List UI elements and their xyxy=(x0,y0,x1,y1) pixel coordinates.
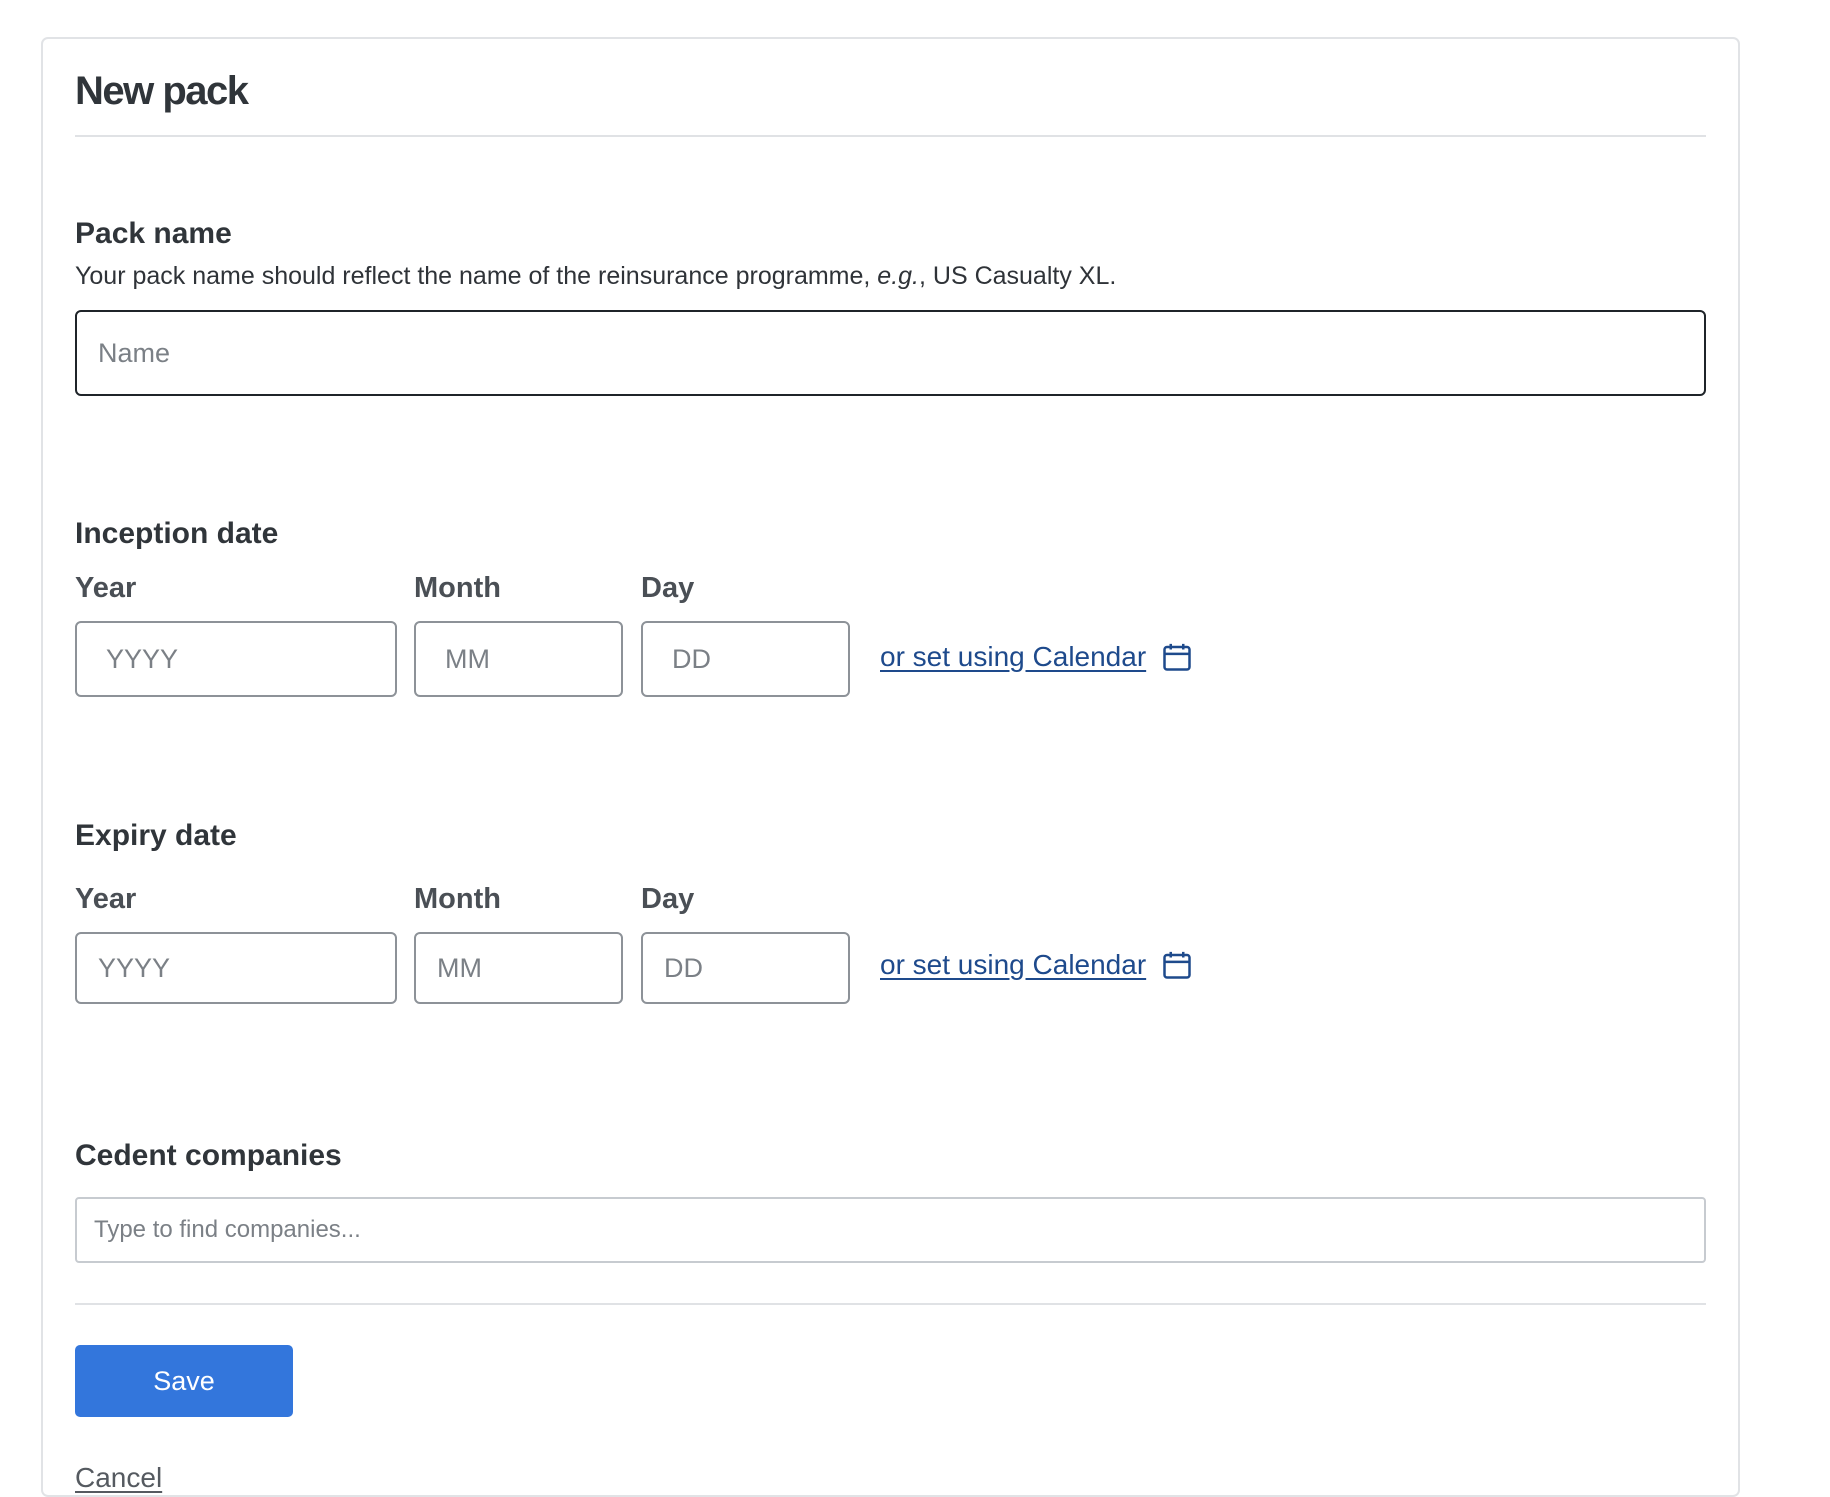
expiry-day-input[interactable] xyxy=(641,932,850,1004)
pack-name-hint-suffix: , US Casualty XL. xyxy=(919,262,1117,290)
inception-calendar-link-text: or set using Calendar xyxy=(880,641,1147,672)
inception-month-label: Month xyxy=(414,572,501,604)
new-pack-panel: New pack Pack name Your pack name should… xyxy=(41,37,1740,1497)
form-body: New pack Pack name Your pack name should… xyxy=(75,39,1706,1495)
inception-calendar-link[interactable]: or set using Calendar xyxy=(880,641,1192,673)
expiry-month-label: Month xyxy=(414,883,501,915)
expiry-month-input[interactable] xyxy=(414,932,623,1004)
calendar-icon xyxy=(1163,643,1191,671)
pack-name-input[interactable] xyxy=(75,310,1706,396)
pack-name-hint-prefix: Your pack name should reflect the name o… xyxy=(75,262,878,290)
inception-date-label: Inception date xyxy=(75,517,279,550)
inception-day-label: Day xyxy=(641,572,695,604)
expiry-year-input[interactable] xyxy=(75,932,397,1004)
inception-day-input[interactable] xyxy=(641,621,850,697)
cedent-companies-label: Cedent companies xyxy=(75,1139,342,1172)
pack-name-hint-example: e.g. xyxy=(877,262,919,290)
page-title: New pack xyxy=(75,69,249,113)
expiry-year-label: Year xyxy=(75,883,137,915)
pack-name-label: Pack name xyxy=(75,217,232,250)
cancel-link[interactable]: Cancel xyxy=(75,1462,162,1494)
calendar-icon xyxy=(1163,951,1191,979)
pack-name-hint: Your pack name should reflect the name o… xyxy=(75,262,1116,291)
inception-year-input[interactable] xyxy=(75,621,397,697)
inception-month-input[interactable] xyxy=(414,621,623,697)
expiry-calendar-link[interactable]: or set using Calendar xyxy=(880,949,1192,981)
footer-divider xyxy=(75,1303,1706,1305)
expiry-calendar-link-text: or set using Calendar xyxy=(880,949,1147,980)
save-button[interactable]: Save xyxy=(75,1345,293,1417)
inception-year-label: Year xyxy=(75,572,137,604)
title-divider xyxy=(75,135,1706,137)
expiry-day-label: Day xyxy=(641,883,695,915)
cedent-companies-search-input[interactable] xyxy=(75,1197,1706,1263)
expiry-date-label: Expiry date xyxy=(75,819,237,852)
